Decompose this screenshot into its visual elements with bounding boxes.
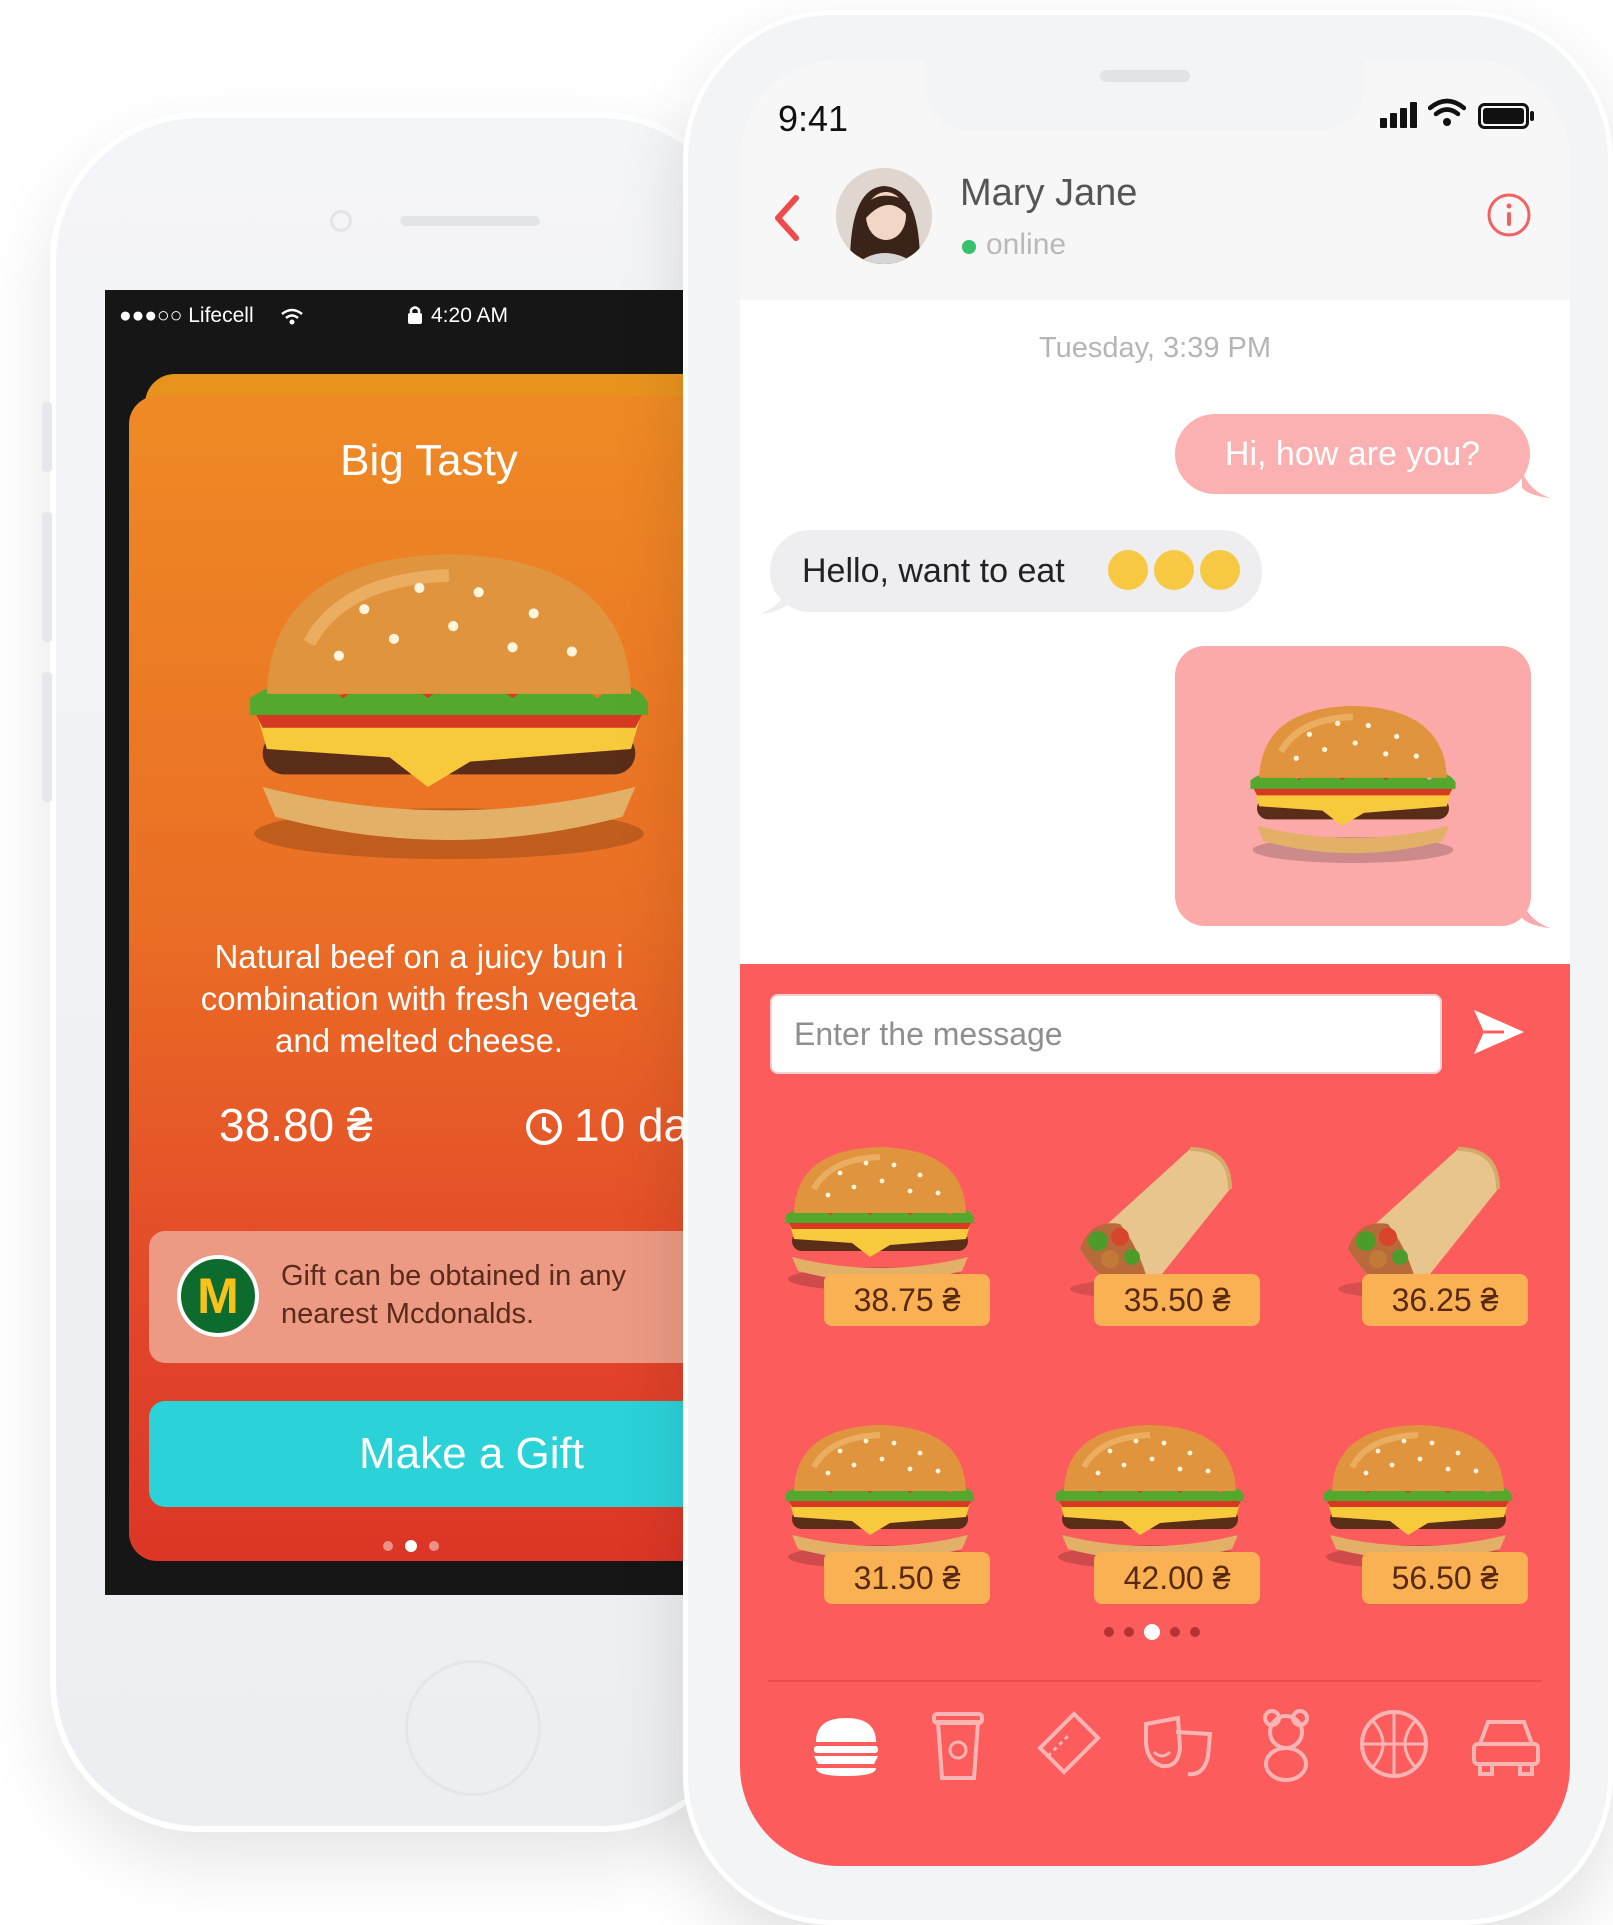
panel-divider <box>768 1680 1542 1682</box>
earpiece-speaker <box>400 216 540 226</box>
lock-icon <box>408 306 422 324</box>
price-tag: 42.00 ₴ <box>1094 1552 1260 1604</box>
incoming-message[interactable]: Hello, want to eat <box>770 530 1262 612</box>
battery-icon <box>1478 103 1534 129</box>
make-gift-button[interactable]: Make a Gift <box>149 1401 745 1507</box>
clock-icon <box>526 1109 562 1145</box>
outgoing-image-message[interactable] <box>1175 646 1531 926</box>
gift-panel: Enter the message 38.75 ₴ 35.50 ₴ 36.25 … <box>740 964 1570 1866</box>
volume-up-button <box>42 512 52 642</box>
bubble-tail <box>760 586 788 614</box>
info-box: M Gift can be obtained in any nearest Mc… <box>149 1231 745 1363</box>
wifi-icon <box>1428 98 1466 126</box>
contact-name: Mary Jane <box>960 172 1138 214</box>
big-tasty-burger-image <box>199 516 699 876</box>
page-dot[interactable] <box>383 1541 393 1551</box>
food-item[interactable]: 31.50 ₴ <box>770 1402 990 1632</box>
food-item[interactable]: 36.25 ₴ <box>1308 1124 1528 1354</box>
crying-emoji-icon <box>1200 550 1240 590</box>
message-input[interactable]: Enter the message <box>770 994 1442 1074</box>
price-tag: 35.50 ₴ <box>1094 1274 1260 1326</box>
online-status-label: online <box>986 228 1067 261</box>
wifi-icon <box>281 308 303 325</box>
food-item[interactable]: 38.75 ₴ <box>770 1124 990 1354</box>
page-dot-active[interactable] <box>405 1540 417 1552</box>
avatar[interactable] <box>836 168 932 264</box>
card-title: Big Tasty <box>340 436 518 485</box>
back-arrow-icon[interactable] <box>762 188 812 248</box>
card-description: Natural beef on a juicy bun i combinatio… <box>200 938 638 1059</box>
incoming-message-text: Hello, want to eat <box>802 552 1065 590</box>
status-time: 9:41 <box>778 98 849 139</box>
page-dot-active[interactable] <box>1144 1624 1160 1640</box>
food-item[interactable]: 35.50 ₴ <box>1040 1124 1260 1354</box>
bubble-tail <box>1522 900 1550 928</box>
crying-emoji-icon <box>1154 550 1194 590</box>
chat-screen: 9:41 Mary Jane online Tuesday, 3:39 PM H… <box>740 60 1570 1866</box>
gift-card: Big Tasty Natural beef on a juicy bun i … <box>129 396 745 1561</box>
contact-photo <box>836 168 932 264</box>
food-item[interactable]: 56.50 ₴ <box>1308 1402 1528 1632</box>
price-tag: 36.25 ₴ <box>1362 1274 1528 1326</box>
home-button[interactable] <box>405 1660 541 1796</box>
phone-notch <box>925 60 1365 130</box>
status-time: 4:20 AM <box>431 304 509 327</box>
back-phone-screen: ●●●○○ Lifecell 4:20 AM Big Tasty Natural… <box>105 290 745 1595</box>
tickets-icon[interactable] <box>1028 1704 1108 1784</box>
page-dot[interactable] <box>1190 1627 1200 1637</box>
info-icon[interactable] <box>1486 192 1532 238</box>
notch-speaker <box>1100 70 1190 82</box>
teddy-bear-icon[interactable] <box>1246 1704 1326 1784</box>
carrier-label: ●●●○○ Lifecell <box>119 304 254 327</box>
page-dot[interactable] <box>1124 1627 1134 1637</box>
theater-masks-icon[interactable] <box>1138 1704 1218 1784</box>
food-item[interactable]: 42.00 ₴ <box>1040 1402 1260 1632</box>
burger-image <box>1233 674 1473 884</box>
outgoing-message[interactable]: Hi, how are you? <box>1175 414 1530 494</box>
price-tag: 38.75 ₴ <box>824 1274 990 1326</box>
online-status-dot <box>962 240 976 254</box>
status-bar: ●●●○○ Lifecell 4:20 AM <box>105 290 745 340</box>
page-dot[interactable] <box>1170 1627 1180 1637</box>
send-icon[interactable] <box>1470 1004 1528 1060</box>
burger-icon[interactable] <box>806 1704 886 1784</box>
page-dot[interactable] <box>1104 1627 1114 1637</box>
coffee-cup-icon[interactable] <box>918 1704 998 1784</box>
car-icon[interactable] <box>1466 1704 1546 1784</box>
cellular-signal-icon <box>1380 102 1417 128</box>
price-tag: 56.50 ₴ <box>1362 1552 1528 1604</box>
card-price: 38.80 ₴ <box>219 1099 373 1151</box>
basketball-icon[interactable] <box>1354 1704 1434 1784</box>
chat-timestamp: Tuesday, 3:39 PM <box>1038 332 1272 364</box>
front-camera <box>330 210 352 232</box>
page-dot[interactable] <box>429 1541 439 1551</box>
mcdonalds-logo: M <box>177 1255 259 1337</box>
info-text: Gift can be obtained in any nearest Mcdo… <box>281 1260 627 1330</box>
volume-down-button <box>42 672 52 802</box>
bubble-tail <box>1522 470 1550 498</box>
price-tag: 31.50 ₴ <box>824 1552 990 1604</box>
crying-emoji-icon <box>1108 550 1148 590</box>
mute-switch <box>42 402 52 472</box>
